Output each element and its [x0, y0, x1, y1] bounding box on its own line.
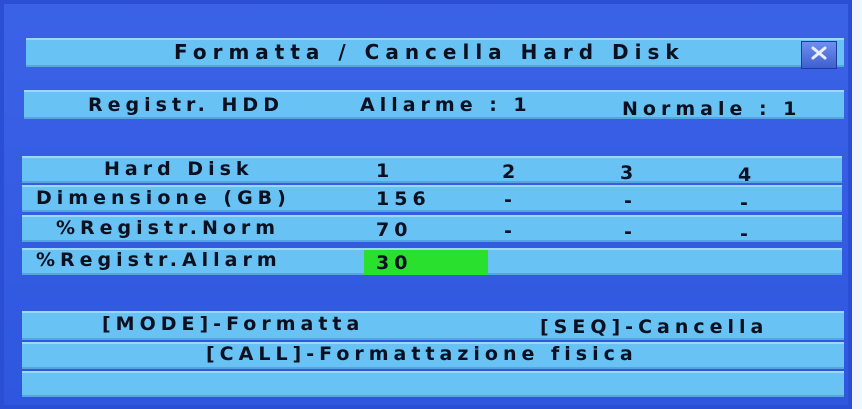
row-label-size: Dimensione (GB) [36, 187, 291, 209]
cell-norm-1: 70 [376, 219, 413, 241]
record-hdd-label: Registr. HDD [88, 94, 284, 116]
cell-disk-4: 4 [738, 164, 757, 186]
cell-alarm-1[interactable]: 30 [376, 252, 412, 274]
window-title: Formatta / Cancella Hard Disk [174, 40, 685, 64]
delete-action[interactable]: [SEQ]-Cancella [540, 316, 768, 338]
record-hdd-alarm: Allarme : 1 [360, 94, 532, 116]
physical-format-action[interactable]: [CALL]-Formattazione fisica [206, 343, 638, 365]
format-action[interactable]: [MODE]-Formatta [102, 313, 364, 335]
close-button[interactable] [801, 41, 837, 69]
cell-disk-2: 2 [502, 161, 521, 183]
cell-disk-1: 1 [376, 160, 395, 182]
cell-size-4: - [740, 192, 753, 214]
row-label-alarm-pct: %Registr.Allarm [36, 249, 282, 271]
row-label-norm-pct: %Registr.Norm [56, 217, 281, 239]
close-icon [809, 45, 829, 65]
cell-norm-2: - [504, 220, 517, 242]
hdd-format-dialog: Formatta / Cancella Hard Disk Registr. H… [0, 0, 852, 409]
cell-size-3: - [624, 190, 637, 212]
cell-norm-4: - [740, 223, 753, 245]
cell-size-2: - [504, 189, 517, 211]
cell-size-1: 156 [376, 188, 431, 210]
row-label-hard-disk: Hard Disk [104, 158, 254, 180]
record-hdd-normal: Normale : 1 [622, 98, 802, 120]
empty-row [22, 371, 844, 397]
cell-disk-3: 3 [620, 162, 639, 184]
cell-norm-3: - [624, 221, 637, 243]
